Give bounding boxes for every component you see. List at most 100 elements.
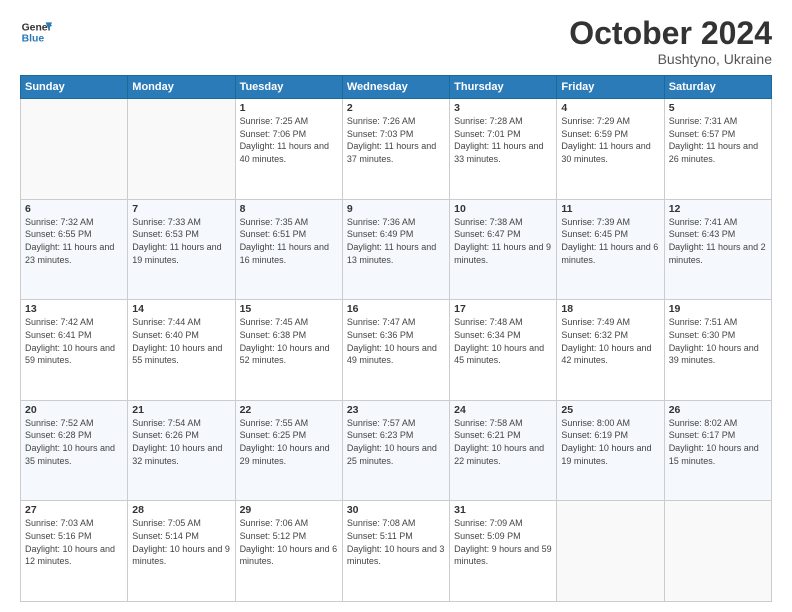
col-thursday: Thursday <box>450 76 557 99</box>
day-number: 2 <box>347 102 445 114</box>
calendar-cell: 3Sunrise: 7:28 AMSunset: 7:01 PMDaylight… <box>450 99 557 200</box>
calendar-week-3: 13Sunrise: 7:42 AMSunset: 6:41 PMDayligh… <box>21 300 772 401</box>
calendar-cell: 5Sunrise: 7:31 AMSunset: 6:57 PMDaylight… <box>664 99 771 200</box>
calendar-cell: 24Sunrise: 7:58 AMSunset: 6:21 PMDayligh… <box>450 400 557 501</box>
day-number: 5 <box>669 102 767 114</box>
calendar-cell: 9Sunrise: 7:36 AMSunset: 6:49 PMDaylight… <box>342 199 449 300</box>
day-info: Sunrise: 7:45 AMSunset: 6:38 PMDaylight:… <box>240 316 338 366</box>
calendar-cell: 27Sunrise: 7:03 AMSunset: 5:16 PMDayligh… <box>21 501 128 602</box>
calendar-cell: 13Sunrise: 7:42 AMSunset: 6:41 PMDayligh… <box>21 300 128 401</box>
calendar-cell: 26Sunrise: 8:02 AMSunset: 6:17 PMDayligh… <box>664 400 771 501</box>
day-number: 14 <box>132 303 230 315</box>
calendar-cell: 2Sunrise: 7:26 AMSunset: 7:03 PMDaylight… <box>342 99 449 200</box>
day-info: Sunrise: 7:44 AMSunset: 6:40 PMDaylight:… <box>132 316 230 366</box>
col-monday: Monday <box>128 76 235 99</box>
calendar-cell: 31Sunrise: 7:09 AMSunset: 5:09 PMDayligh… <box>450 501 557 602</box>
calendar-table: Sunday Monday Tuesday Wednesday Thursday… <box>20 75 772 602</box>
calendar-cell: 8Sunrise: 7:35 AMSunset: 6:51 PMDaylight… <box>235 199 342 300</box>
day-info: Sunrise: 7:08 AMSunset: 5:11 PMDaylight:… <box>347 517 445 567</box>
day-number: 15 <box>240 303 338 315</box>
calendar-cell: 19Sunrise: 7:51 AMSunset: 6:30 PMDayligh… <box>664 300 771 401</box>
day-number: 23 <box>347 404 445 416</box>
day-info: Sunrise: 7:42 AMSunset: 6:41 PMDaylight:… <box>25 316 123 366</box>
calendar-cell: 18Sunrise: 7:49 AMSunset: 6:32 PMDayligh… <box>557 300 664 401</box>
day-number: 27 <box>25 504 123 516</box>
calendar-cell <box>128 99 235 200</box>
svg-text:Blue: Blue <box>22 34 45 45</box>
calendar-week-1: 1Sunrise: 7:25 AMSunset: 7:06 PMDaylight… <box>21 99 772 200</box>
calendar-cell: 16Sunrise: 7:47 AMSunset: 6:36 PMDayligh… <box>342 300 449 401</box>
day-info: Sunrise: 8:00 AMSunset: 6:19 PMDaylight:… <box>561 417 659 467</box>
day-number: 31 <box>454 504 552 516</box>
day-number: 1 <box>240 102 338 114</box>
calendar-cell: 23Sunrise: 7:57 AMSunset: 6:23 PMDayligh… <box>342 400 449 501</box>
col-saturday: Saturday <box>664 76 771 99</box>
day-info: Sunrise: 7:25 AMSunset: 7:06 PMDaylight:… <box>240 115 338 165</box>
calendar-cell: 25Sunrise: 8:00 AMSunset: 6:19 PMDayligh… <box>557 400 664 501</box>
day-number: 6 <box>25 203 123 215</box>
day-info: Sunrise: 7:33 AMSunset: 6:53 PMDaylight:… <box>132 216 230 266</box>
day-info: Sunrise: 7:54 AMSunset: 6:26 PMDaylight:… <box>132 417 230 467</box>
day-info: Sunrise: 7:49 AMSunset: 6:32 PMDaylight:… <box>561 316 659 366</box>
subtitle: Bushtyno, Ukraine <box>569 51 772 67</box>
calendar-week-2: 6Sunrise: 7:32 AMSunset: 6:55 PMDaylight… <box>21 199 772 300</box>
day-info: Sunrise: 7:48 AMSunset: 6:34 PMDaylight:… <box>454 316 552 366</box>
day-number: 10 <box>454 203 552 215</box>
day-info: Sunrise: 7:35 AMSunset: 6:51 PMDaylight:… <box>240 216 338 266</box>
day-info: Sunrise: 7:39 AMSunset: 6:45 PMDaylight:… <box>561 216 659 266</box>
day-info: Sunrise: 7:32 AMSunset: 6:55 PMDaylight:… <box>25 216 123 266</box>
day-number: 28 <box>132 504 230 516</box>
day-info: Sunrise: 7:09 AMSunset: 5:09 PMDaylight:… <box>454 517 552 567</box>
day-number: 22 <box>240 404 338 416</box>
day-number: 16 <box>347 303 445 315</box>
page: General Blue October 2024 Bushtyno, Ukra… <box>0 0 792 612</box>
calendar-cell: 28Sunrise: 7:05 AMSunset: 5:14 PMDayligh… <box>128 501 235 602</box>
day-info: Sunrise: 7:52 AMSunset: 6:28 PMDaylight:… <box>25 417 123 467</box>
calendar-cell <box>557 501 664 602</box>
logo-icon: General Blue <box>20 16 52 48</box>
day-number: 25 <box>561 404 659 416</box>
calendar-cell <box>21 99 128 200</box>
calendar-cell: 15Sunrise: 7:45 AMSunset: 6:38 PMDayligh… <box>235 300 342 401</box>
day-number: 8 <box>240 203 338 215</box>
day-number: 17 <box>454 303 552 315</box>
calendar-cell: 30Sunrise: 7:08 AMSunset: 5:11 PMDayligh… <box>342 501 449 602</box>
day-info: Sunrise: 7:38 AMSunset: 6:47 PMDaylight:… <box>454 216 552 266</box>
day-info: Sunrise: 7:55 AMSunset: 6:25 PMDaylight:… <box>240 417 338 467</box>
day-info: Sunrise: 7:41 AMSunset: 6:43 PMDaylight:… <box>669 216 767 266</box>
day-number: 3 <box>454 102 552 114</box>
calendar-week-4: 20Sunrise: 7:52 AMSunset: 6:28 PMDayligh… <box>21 400 772 501</box>
day-info: Sunrise: 8:02 AMSunset: 6:17 PMDaylight:… <box>669 417 767 467</box>
day-info: Sunrise: 7:36 AMSunset: 6:49 PMDaylight:… <box>347 216 445 266</box>
calendar-cell: 12Sunrise: 7:41 AMSunset: 6:43 PMDayligh… <box>664 199 771 300</box>
day-number: 7 <box>132 203 230 215</box>
calendar-cell: 6Sunrise: 7:32 AMSunset: 6:55 PMDaylight… <box>21 199 128 300</box>
day-number: 24 <box>454 404 552 416</box>
calendar-cell: 14Sunrise: 7:44 AMSunset: 6:40 PMDayligh… <box>128 300 235 401</box>
day-number: 11 <box>561 203 659 215</box>
header: General Blue October 2024 Bushtyno, Ukra… <box>20 16 772 67</box>
col-friday: Friday <box>557 76 664 99</box>
day-info: Sunrise: 7:26 AMSunset: 7:03 PMDaylight:… <box>347 115 445 165</box>
calendar-cell: 17Sunrise: 7:48 AMSunset: 6:34 PMDayligh… <box>450 300 557 401</box>
day-info: Sunrise: 7:47 AMSunset: 6:36 PMDaylight:… <box>347 316 445 366</box>
day-number: 30 <box>347 504 445 516</box>
calendar-cell: 21Sunrise: 7:54 AMSunset: 6:26 PMDayligh… <box>128 400 235 501</box>
calendar-cell: 1Sunrise: 7:25 AMSunset: 7:06 PMDaylight… <box>235 99 342 200</box>
calendar-cell: 20Sunrise: 7:52 AMSunset: 6:28 PMDayligh… <box>21 400 128 501</box>
calendar-cell: 4Sunrise: 7:29 AMSunset: 6:59 PMDaylight… <box>557 99 664 200</box>
calendar-week-5: 27Sunrise: 7:03 AMSunset: 5:16 PMDayligh… <box>21 501 772 602</box>
day-info: Sunrise: 7:58 AMSunset: 6:21 PMDaylight:… <box>454 417 552 467</box>
day-number: 18 <box>561 303 659 315</box>
calendar-cell: 10Sunrise: 7:38 AMSunset: 6:47 PMDayligh… <box>450 199 557 300</box>
logo: General Blue <box>20 16 52 48</box>
calendar-cell: 22Sunrise: 7:55 AMSunset: 6:25 PMDayligh… <box>235 400 342 501</box>
day-info: Sunrise: 7:06 AMSunset: 5:12 PMDaylight:… <box>240 517 338 567</box>
day-info: Sunrise: 7:57 AMSunset: 6:23 PMDaylight:… <box>347 417 445 467</box>
main-title: October 2024 <box>569 16 772 51</box>
col-tuesday: Tuesday <box>235 76 342 99</box>
calendar-cell: 11Sunrise: 7:39 AMSunset: 6:45 PMDayligh… <box>557 199 664 300</box>
day-info: Sunrise: 7:28 AMSunset: 7:01 PMDaylight:… <box>454 115 552 165</box>
col-sunday: Sunday <box>21 76 128 99</box>
day-info: Sunrise: 7:31 AMSunset: 6:57 PMDaylight:… <box>669 115 767 165</box>
